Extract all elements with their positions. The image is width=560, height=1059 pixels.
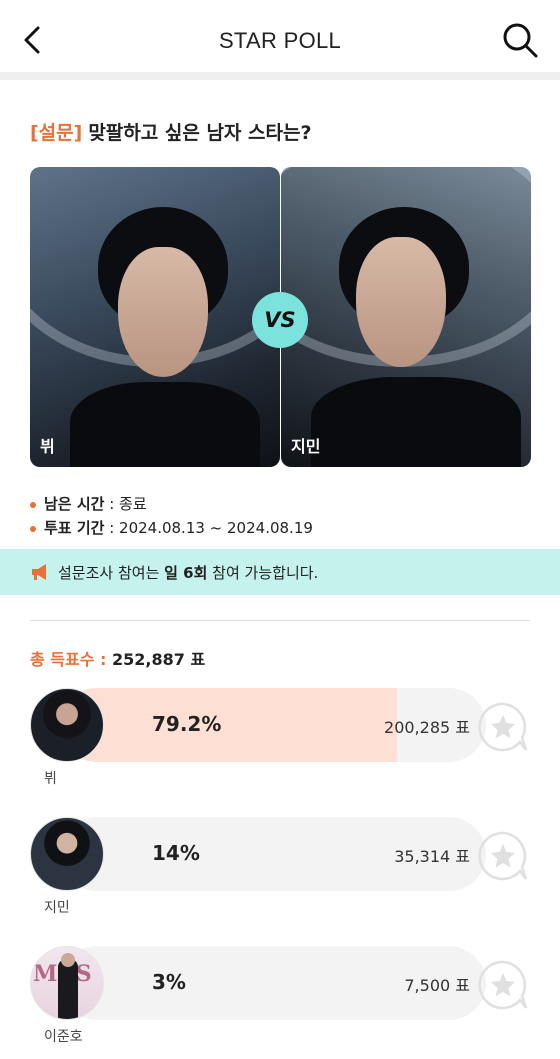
result-percent: 3% — [152, 970, 186, 994]
period-label: 투표 기간 — [44, 519, 105, 537]
star-bubble-icon[interactable] — [476, 700, 530, 754]
divider — [30, 620, 530, 621]
result-name: 지민 — [44, 900, 70, 916]
vs-badge: VS — [252, 292, 308, 348]
result-fill — [60, 688, 398, 762]
total-votes-value: 252,887 표 — [106, 650, 206, 669]
result-bar: 79.2% 200,285 표 — [60, 688, 486, 762]
remaining-label: 남은 시간 — [44, 495, 105, 513]
remaining-time: 남은 시간 : 종료 — [30, 493, 147, 514]
result-votes: 7,500 표 — [404, 976, 470, 995]
app-header: STAR POLL — [0, 0, 560, 80]
result-votes: 35,314 표 — [394, 847, 470, 866]
figure-face — [356, 237, 446, 367]
search-icon[interactable] — [500, 20, 540, 60]
result-percent: 79.2% — [152, 712, 222, 736]
result-votes: 200,285 표 — [384, 718, 470, 737]
candidate-label: 뷔 — [40, 437, 55, 456]
period-value: : 2024.08.13 ~ 2024.08.19 — [104, 519, 313, 537]
result-row: 3% 7,500 표 MTS 이준호 — [30, 946, 560, 1056]
result-percent: 14% — [152, 841, 200, 865]
megaphone-icon — [32, 564, 46, 580]
total-votes-label: 총 득표수 : — [30, 650, 107, 669]
avatar: MTS — [30, 946, 104, 1020]
notice-banner: 설문조사 참여는 일 6회 참여 가능합니다. — [0, 549, 560, 595]
avatar — [30, 688, 104, 762]
candidate-photo-left[interactable]: 뷔 — [30, 167, 280, 467]
avatar — [30, 817, 104, 891]
figure-face — [118, 247, 208, 377]
poll-question: [설문] 맞팔하고 싶은 남자 스타는? — [30, 118, 311, 145]
result-bar: 14% 35,314 표 — [60, 817, 486, 891]
total-votes: 총 득표수 : 252,887 표 — [30, 646, 205, 670]
candidate-photo-right[interactable]: 지민 — [281, 167, 531, 467]
result-bar: 3% 7,500 표 — [60, 946, 486, 1020]
result-row: 79.2% 200,285 표 뷔 — [30, 688, 560, 798]
result-name: 뷔 — [44, 771, 57, 787]
star-bubble-icon[interactable] — [476, 958, 530, 1012]
poll-period: 투표 기간 : 2024.08.13 ~ 2024.08.19 — [30, 517, 313, 538]
star-bubble-icon[interactable] — [476, 829, 530, 883]
bullet-dot — [30, 501, 36, 508]
bullet-dot — [30, 525, 36, 532]
question-text: 맞팔하고 싶은 남자 스타는? — [88, 122, 312, 144]
remaining-value: : 종료 — [104, 495, 147, 513]
question-tag: [설문] — [30, 122, 83, 144]
avatar-figure-head — [61, 953, 75, 967]
notice-text: 설문조사 참여는 일 6회 참여 가능합니다. — [58, 564, 319, 582]
page-title: STAR POLL — [218, 28, 342, 53]
candidate-label: 지민 — [291, 437, 321, 456]
result-row: 14% 35,314 표 지민 — [30, 817, 560, 927]
result-name: 이준호 — [44, 1029, 83, 1045]
avatar-figure — [58, 959, 78, 1019]
